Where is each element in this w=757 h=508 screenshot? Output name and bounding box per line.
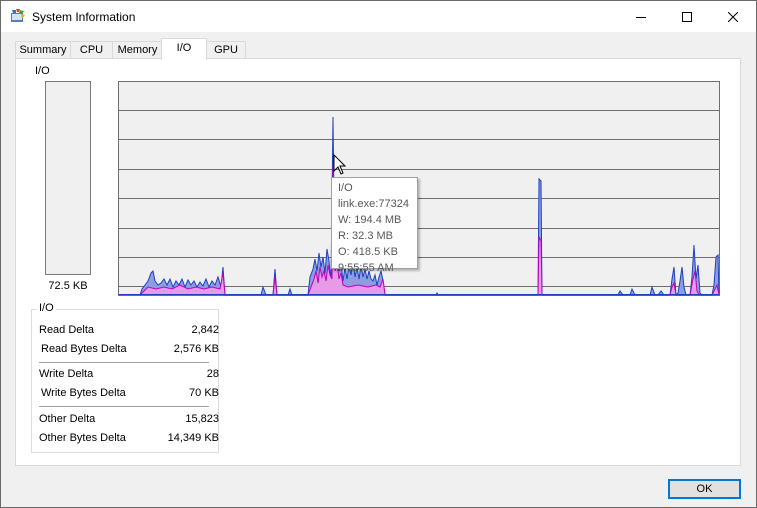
tooltip-other: O: 418.5 KB (338, 246, 398, 258)
stat-write-delta: Write Delta 28 (39, 368, 219, 382)
minimize-icon (636, 16, 646, 18)
io-history-graph[interactable] (118, 81, 720, 297)
maximize-button[interactable] (664, 1, 710, 32)
stats-divider (39, 406, 209, 407)
tooltip-read: R: 32.3 MB (338, 230, 394, 242)
tab-io[interactable]: I/O (161, 38, 207, 60)
stat-label: Write Bytes Delta (41, 387, 126, 399)
stat-label: Other Bytes Delta (39, 432, 126, 444)
close-button[interactable] (710, 1, 756, 32)
stat-value: 14,349 KB (167, 432, 219, 444)
io-current-bar (45, 81, 91, 275)
tooltip-title: I/O (338, 182, 353, 194)
stat-read-delta: Read Delta 2,842 (39, 324, 219, 338)
stat-write-bytes-delta: Write Bytes Delta 70 KB (39, 387, 219, 401)
minimize-button[interactable] (618, 1, 664, 32)
app-icon (11, 9, 25, 22)
io-graph-tooltip: I/O link.exe:77324 W: 194.4 MB R: 32.3 M… (331, 177, 418, 274)
close-icon (728, 11, 738, 22)
title-bar[interactable]: System Information (1, 1, 756, 32)
tab-gpu[interactable]: GPU (206, 41, 246, 59)
window-title: System Information (32, 10, 136, 24)
tooltip-time: 9:55:55 AM (338, 262, 394, 274)
stat-label: Read Bytes Delta (41, 343, 127, 355)
stat-label: Other Delta (39, 413, 96, 425)
maximize-icon (682, 11, 692, 22)
io-stats-group: I/O Read Delta 2,842 Read Bytes Delta 2,… (31, 302, 219, 453)
stat-label: Read Delta (39, 324, 95, 336)
io-section-label: I/O (35, 65, 50, 77)
stat-label: Write Delta (39, 368, 94, 380)
stat-value: 2,842 (191, 324, 219, 336)
tooltip-process: link.exe:77324 (338, 198, 409, 210)
mouse-pointer-icon (333, 154, 347, 175)
tab-summary[interactable]: Summary (15, 41, 71, 59)
graph-background (118, 81, 720, 296)
io-current-value: 72.5 KB (48, 280, 88, 292)
tooltip-write: W: 194.4 MB (338, 214, 402, 226)
stats-divider (39, 362, 209, 363)
tab-memory[interactable]: Memory (112, 41, 163, 59)
stat-other-delta: Other Delta 15,823 (39, 413, 219, 427)
stat-read-bytes-delta: Read Bytes Delta 2,576 KB (39, 343, 219, 357)
stat-other-bytes-delta: Other Bytes Delta 14,349 KB (39, 432, 219, 446)
stat-value: 15,823 (185, 413, 219, 425)
system-information-window: System Information Summary CPU Memory I/… (0, 0, 757, 508)
stat-value: 70 KB (189, 387, 219, 399)
stat-value: 2,576 KB (173, 343, 219, 355)
io-stats-title: I/O (37, 302, 56, 314)
ok-button[interactable]: OK (668, 479, 741, 499)
tab-cpu[interactable]: CPU (70, 41, 113, 59)
stat-value: 28 (206, 368, 219, 380)
